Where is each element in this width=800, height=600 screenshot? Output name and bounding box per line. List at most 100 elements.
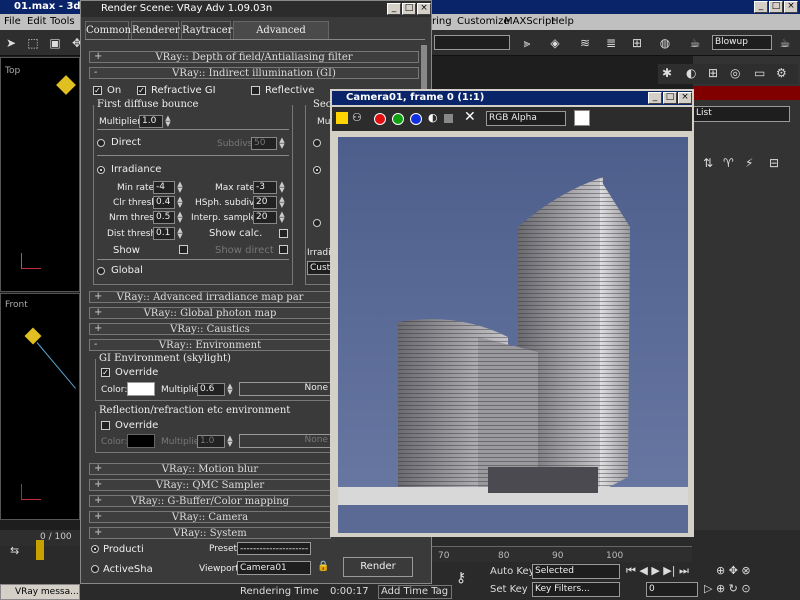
render-dlg-maximize[interactable]: □ bbox=[402, 3, 416, 15]
render-button[interactable]: Render bbox=[343, 557, 413, 577]
dist-thresh-spinner[interactable]: 0.1 bbox=[153, 227, 175, 240]
viewport-nav-icons[interactable]: ▷ ⊕ ↻ ⊙ bbox=[704, 582, 751, 595]
secondary-radio-3[interactable] bbox=[313, 219, 321, 227]
min-rate-spinner[interactable]: -4 bbox=[153, 181, 175, 194]
viewport-top[interactable]: Top bbox=[0, 57, 80, 292]
activeshade-radio[interactable] bbox=[91, 565, 99, 573]
min-rate-arrows-icon[interactable]: ▲ ▼ bbox=[176, 181, 184, 194]
create-tab-icon[interactable]: ✱ bbox=[662, 66, 678, 82]
global-radio[interactable] bbox=[97, 267, 105, 275]
show-direct-checkbox[interactable] bbox=[279, 245, 288, 254]
curve-editor-icon[interactable]: ≣ bbox=[602, 34, 620, 52]
key-icon[interactable]: ⚷ bbox=[456, 570, 486, 588]
refl-env-color-swatch[interactable] bbox=[127, 434, 155, 448]
make-unique-icon[interactable]: ⚡ bbox=[745, 156, 753, 170]
show-checkbox[interactable] bbox=[179, 245, 188, 254]
gi-env-multiplier-spinner[interactable]: 0.6 bbox=[197, 383, 225, 396]
rollout-gi[interactable]: - VRay:: Indirect illumination (GI) bbox=[89, 67, 419, 79]
align-icon[interactable]: ◈ bbox=[546, 34, 564, 52]
menu-edit[interactable]: Edit bbox=[27, 16, 46, 27]
channel-dropdown[interactable]: RGB Alpha bbox=[486, 111, 566, 126]
taskbar-vray-messages[interactable]: VRay messa... bbox=[0, 584, 80, 600]
rollout-caustics[interactable]: + VRay:: Caustics bbox=[89, 323, 331, 335]
modify-tab-icon[interactable]: ◐ bbox=[686, 66, 702, 82]
timeline-ruler[interactable]: 70 80 90 100 bbox=[432, 546, 692, 562]
select-by-name-icon[interactable]: ⬚ bbox=[24, 34, 42, 52]
max-rate-arrows-icon[interactable]: ▲ ▼ bbox=[278, 181, 286, 194]
object-name-field[interactable] bbox=[693, 86, 800, 100]
gi-env-multiplier-arrows-icon[interactable]: ▲ ▼ bbox=[226, 383, 234, 396]
set-key-button[interactable]: Set Key bbox=[490, 584, 528, 595]
gi-on-checkbox[interactable]: ✓ bbox=[93, 86, 102, 95]
close-button[interactable]: × bbox=[784, 1, 798, 13]
tab-raytracer[interactable]: Raytracer bbox=[181, 21, 232, 39]
quick-render-icon[interactable]: ☕ bbox=[776, 34, 794, 52]
clone-window-icon[interactable]: ⚇ bbox=[352, 111, 362, 124]
toolbar-selection-set[interactable] bbox=[434, 35, 510, 50]
gi-env-map-button[interactable]: None bbox=[239, 382, 331, 396]
clr-thresh-arrows-icon[interactable]: ▲ ▼ bbox=[176, 196, 184, 209]
viewport-dropdown[interactable]: Camera01 bbox=[237, 561, 311, 575]
multiplier-spinner[interactable]: 1.0 bbox=[139, 115, 163, 128]
rollout-system[interactable]: + VRay:: System bbox=[89, 527, 331, 539]
tab-advanced-lighting[interactable]: Advanced Lighting bbox=[233, 21, 329, 54]
render-dlg-minimize[interactable]: _ bbox=[387, 3, 401, 15]
playback-controls-icon[interactable]: ⏮ ◀ ▶ ▶| ⏭ bbox=[626, 564, 689, 578]
layer-icon[interactable]: ≋ bbox=[576, 34, 594, 52]
selected-dropdown[interactable]: Selected bbox=[532, 564, 620, 579]
rollout-qmc[interactable]: + VRay:: QMC Sampler bbox=[89, 479, 331, 491]
subdivs-spinner-arrows-icon[interactable]: ▲ ▼ bbox=[278, 137, 286, 150]
frame-maximize[interactable]: □ bbox=[663, 92, 677, 104]
monochrome-icon[interactable] bbox=[444, 114, 453, 123]
clr-thresh-spinner[interactable]: 0.4 bbox=[153, 196, 175, 209]
rollout-dof[interactable]: + VRay:: Depth of field/Antialiasing fil… bbox=[89, 51, 419, 63]
rollout-gbuffer[interactable]: + VRay:: G-Buffer/Color mapping bbox=[89, 495, 331, 507]
nrm-thresh-spinner[interactable]: 0.5 bbox=[153, 211, 175, 224]
menu-file[interactable]: File bbox=[4, 16, 21, 27]
menu-customize[interactable]: Customize bbox=[457, 16, 510, 27]
max-rate-spinner[interactable]: -3 bbox=[253, 181, 277, 194]
add-time-tag-button[interactable]: Add Time Tag bbox=[378, 585, 452, 599]
motion-tab-icon[interactable]: ◎ bbox=[730, 66, 746, 82]
refractive-gi-checkbox[interactable]: ✓ bbox=[137, 86, 146, 95]
menu-help[interactable]: Help bbox=[551, 16, 574, 27]
current-frame-field[interactable]: 0 bbox=[646, 582, 698, 597]
hierarchy-tab-icon[interactable]: ⊞ bbox=[708, 66, 724, 82]
red-channel-icon[interactable] bbox=[374, 113, 386, 125]
show-end-icon[interactable]: ♈ bbox=[723, 156, 734, 170]
frame-close[interactable]: × bbox=[678, 92, 692, 104]
rollout-camera[interactable]: + VRay:: Camera bbox=[89, 511, 331, 523]
direct-radio[interactable] bbox=[97, 139, 105, 147]
irradiance-radio[interactable] bbox=[97, 166, 105, 174]
material-editor-icon[interactable]: ◍ bbox=[656, 34, 674, 52]
interp-arrows-icon[interactable]: ▲ ▼ bbox=[278, 211, 286, 224]
mirror-icon[interactable]: ⫸ bbox=[518, 34, 536, 52]
configure-icon[interactable]: ⊟ bbox=[769, 156, 779, 170]
frame-minimize[interactable]: _ bbox=[648, 92, 662, 104]
gi-env-override-checkbox[interactable]: ✓ bbox=[101, 368, 110, 377]
hsph-arrows-icon[interactable]: ▲ ▼ bbox=[278, 196, 286, 209]
production-radio[interactable] bbox=[91, 545, 99, 553]
multiplier-spinner-arrows-icon[interactable]: ▲ ▼ bbox=[164, 115, 172, 128]
tab-renderer[interactable]: Renderer bbox=[131, 21, 180, 39]
rollout-motion-blur[interactable]: + VRay:: Motion blur bbox=[89, 463, 331, 475]
rollout-photon-map[interactable]: + VRay:: Global photon map bbox=[89, 307, 331, 319]
maximize-button[interactable]: □ bbox=[769, 1, 783, 13]
interp-samples-spinner[interactable]: 20 bbox=[253, 211, 277, 224]
hsph-subdivs-spinner[interactable]: 20 bbox=[253, 196, 277, 209]
menu-tools[interactable]: Tools bbox=[50, 16, 75, 27]
rollout-environment[interactable]: - VRay:: Environment bbox=[89, 339, 331, 351]
utilities-tab-icon[interactable]: ⚙ bbox=[776, 66, 792, 82]
dist-thresh-arrows-icon[interactable]: ▲ ▼ bbox=[176, 227, 184, 240]
render-scene-icon[interactable]: ☕ bbox=[686, 34, 704, 52]
zoom-icons[interactable]: ⊕ ✥ ⊗ bbox=[716, 564, 751, 577]
refl-env-multiplier-arrows-icon[interactable]: ▲ ▼ bbox=[226, 435, 234, 448]
green-channel-icon[interactable] bbox=[392, 113, 404, 125]
render-dlg-close[interactable]: × bbox=[417, 3, 431, 15]
menu-maxscript[interactable]: MAXScript bbox=[504, 16, 555, 27]
schematic-icon[interactable]: ⊞ bbox=[628, 34, 646, 52]
save-image-icon[interactable] bbox=[336, 112, 348, 124]
menu-rendering[interactable]: ring bbox=[432, 16, 452, 27]
lock-selection-icon[interactable]: ⇆ bbox=[10, 544, 26, 558]
minimize-button[interactable]: _ bbox=[754, 1, 768, 13]
